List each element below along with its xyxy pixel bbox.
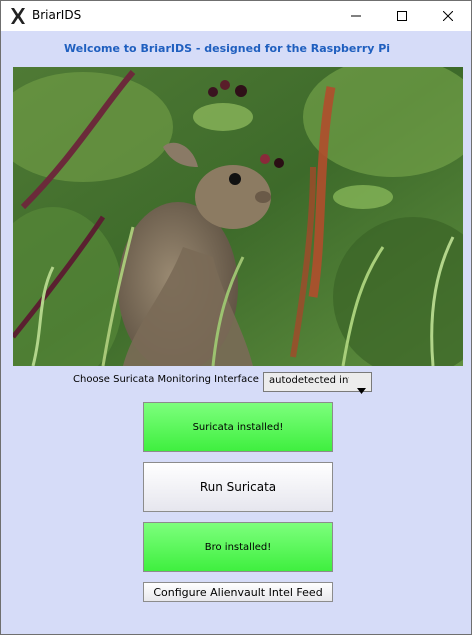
interface-label: Choose Suricata Monitoring Interface — [73, 374, 259, 385]
chevron-down-icon — [357, 379, 366, 398]
maximize-icon — [397, 11, 407, 21]
suricata-status-button[interactable]: Suricata installed! — [143, 402, 333, 452]
rabbit-photo — [13, 67, 463, 366]
minimize-icon — [351, 11, 361, 21]
bro-status-label: Bro installed! — [204, 541, 272, 553]
minimize-button[interactable] — [333, 1, 379, 31]
interface-select[interactable]: autodetected interface — [263, 372, 372, 394]
run-suricata-label: Run Suricata — [199, 480, 277, 494]
suricata-status-label: Suricata installed! — [192, 421, 284, 433]
welcome-heading: Welcome to BriarIDS - designed for the R… — [64, 42, 391, 55]
x-logo-icon — [9, 7, 27, 25]
close-button[interactable] — [425, 1, 471, 31]
close-icon — [443, 11, 453, 21]
configure-feed-label: Configure Alienvault Intel Feed — [153, 585, 323, 599]
maximize-button[interactable] — [379, 1, 425, 31]
interface-select-value: autodetected interface — [269, 375, 349, 386]
run-suricata-button[interactable]: Run Suricata — [143, 462, 333, 512]
configure-feed-button[interactable]: Configure Alienvault Intel Feed — [143, 582, 333, 602]
bro-status-button[interactable]: Bro installed! — [143, 522, 333, 572]
window-title: BriarIDS — [32, 8, 82, 22]
app-window: BriarIDS Welcome to BriarIDS - designed … — [0, 0, 472, 635]
title-bar[interactable]: BriarIDS — [1, 1, 471, 31]
